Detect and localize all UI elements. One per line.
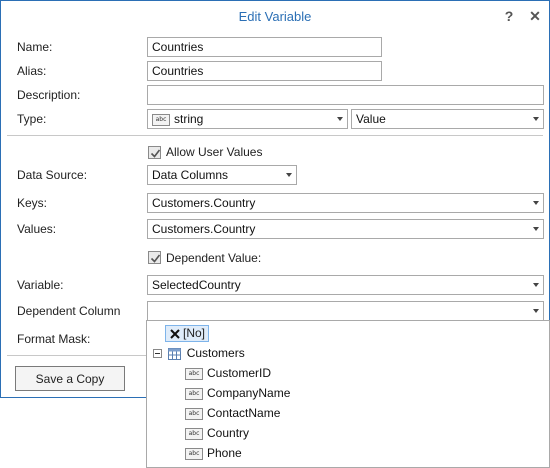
dependent-column-dropdown[interactable] bbox=[147, 301, 544, 321]
divider bbox=[7, 135, 543, 136]
keys-dropdown[interactable]: Customers.Country bbox=[147, 193, 544, 213]
customers-label: Customers bbox=[186, 346, 245, 360]
close-button[interactable]: ✕ bbox=[527, 8, 543, 24]
column-label: Country bbox=[207, 426, 250, 440]
title-bar: Edit Variable ? ✕ bbox=[1, 1, 549, 33]
column-label: CustomerID bbox=[207, 366, 272, 380]
help-button[interactable]: ? bbox=[501, 8, 517, 24]
string-column-icon: abc bbox=[185, 427, 203, 440]
column-item[interactable]: abc CompanyName bbox=[185, 384, 290, 402]
type-mode-value: Value bbox=[356, 112, 386, 126]
string-column-icon: abc bbox=[185, 447, 203, 460]
chevron-down-icon bbox=[533, 201, 539, 205]
dependent-column-label: Dependent Column bbox=[17, 304, 121, 318]
collapse-icon bbox=[153, 349, 162, 359]
column-label: CompanyName bbox=[207, 386, 291, 400]
format-mask-label: Format Mask: bbox=[17, 332, 91, 346]
description-input[interactable] bbox=[147, 85, 544, 105]
chevron-down-icon bbox=[533, 283, 539, 287]
tree-node-customers[interactable]: Customers bbox=[153, 344, 245, 362]
keys-label: Keys: bbox=[17, 196, 48, 210]
string-column-icon: abc bbox=[185, 367, 203, 380]
data-source-value: Data Columns bbox=[152, 168, 229, 182]
string-type-icon: abc bbox=[152, 113, 170, 126]
chevron-down-icon bbox=[533, 117, 539, 121]
description-label: Description: bbox=[17, 88, 81, 102]
checkmark-icon bbox=[150, 254, 161, 263]
x-icon bbox=[170, 329, 180, 339]
variable-dropdown[interactable]: SelectedCountry bbox=[147, 275, 544, 295]
column-item[interactable]: abc Country bbox=[185, 424, 249, 442]
data-source-dropdown[interactable]: Data Columns bbox=[147, 165, 297, 185]
variable-value: SelectedCountry bbox=[152, 278, 241, 292]
column-item[interactable]: abc ContactName bbox=[185, 404, 280, 422]
column-label: Phone bbox=[207, 446, 242, 460]
type-label: Type: bbox=[17, 112, 47, 126]
alias-input[interactable]: Countries bbox=[147, 61, 382, 81]
none-item-label: [No] bbox=[183, 326, 206, 340]
type-value: string bbox=[174, 112, 204, 126]
name-input[interactable]: Countries bbox=[147, 37, 382, 57]
string-column-icon: abc bbox=[185, 387, 203, 400]
alias-label: Alias: bbox=[17, 64, 47, 78]
values-value: Customers.Country bbox=[152, 222, 256, 236]
variable-label: Variable: bbox=[17, 278, 64, 292]
none-list-item[interactable]: [No] bbox=[165, 325, 209, 342]
keys-value: Customers.Country bbox=[152, 196, 256, 210]
chevron-down-icon bbox=[286, 173, 292, 177]
chevron-down-icon bbox=[533, 227, 539, 231]
column-label: ContactName bbox=[207, 406, 281, 420]
chevron-down-icon bbox=[337, 117, 343, 121]
values-dropdown[interactable]: Customers.Country bbox=[147, 219, 544, 239]
values-label: Values: bbox=[17, 222, 57, 236]
divider bbox=[7, 355, 149, 356]
dependent-value-checkbox[interactable] bbox=[148, 251, 161, 264]
name-label: Name: bbox=[17, 40, 53, 54]
type-dropdown[interactable]: abc string bbox=[147, 109, 348, 129]
dialog-title: Edit Variable bbox=[238, 9, 312, 24]
string-column-icon: abc bbox=[185, 407, 203, 420]
save-a-copy-button[interactable]: Save a Copy bbox=[15, 366, 125, 391]
column-item[interactable]: abc Phone bbox=[185, 444, 242, 462]
table-icon bbox=[168, 347, 182, 360]
column-item[interactable]: abc CustomerID bbox=[185, 364, 271, 382]
dependent-column-popup: [No] Customers abc CustomerID abc CompanyN… bbox=[146, 320, 550, 468]
dependent-value-label: Dependent Value: bbox=[166, 251, 262, 265]
data-source-label: Data Source: bbox=[17, 168, 88, 182]
type-mode-dropdown[interactable]: Value bbox=[351, 109, 544, 129]
checkmark-icon bbox=[150, 149, 161, 158]
allow-user-values-checkbox[interactable] bbox=[148, 146, 161, 159]
chevron-down-icon bbox=[533, 309, 539, 313]
allow-user-values-label: Allow User Values bbox=[166, 145, 263, 159]
